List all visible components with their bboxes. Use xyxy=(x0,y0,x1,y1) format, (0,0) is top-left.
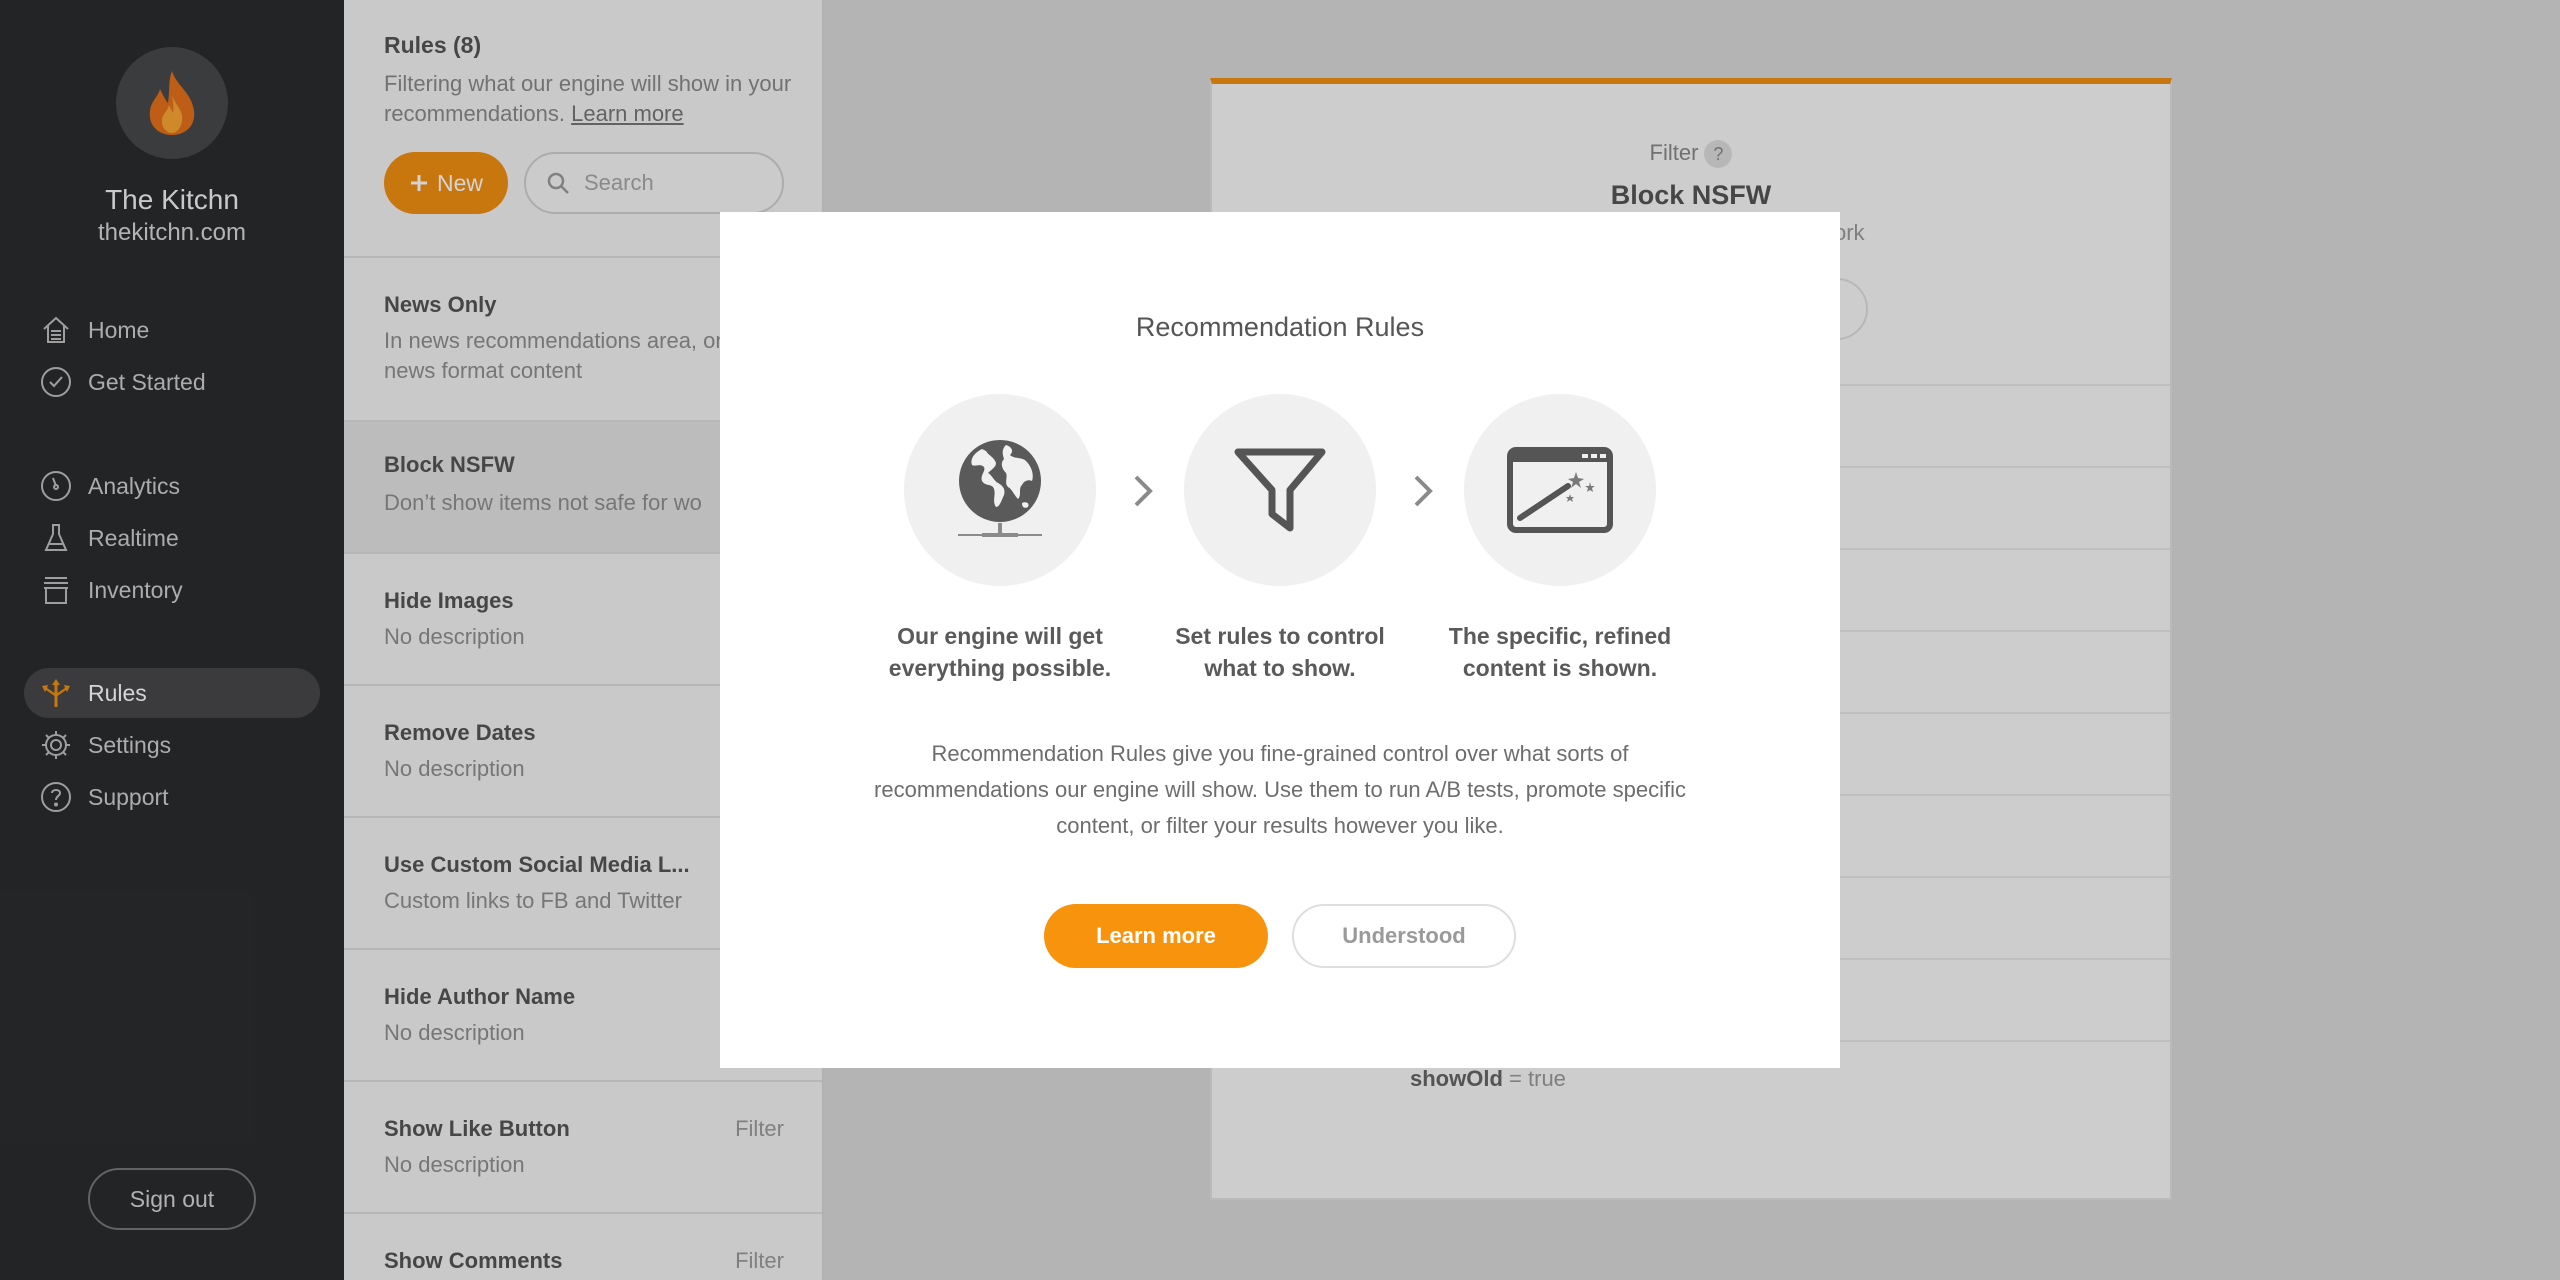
chevron-right-icon xyxy=(1414,475,1433,507)
globe-icon xyxy=(958,440,1042,537)
funnel-icon xyxy=(1234,448,1326,532)
magic-window-icon xyxy=(1507,447,1613,533)
step-funnel xyxy=(1184,394,1376,586)
step-caption: The specific, refined content is shown. xyxy=(1448,623,1672,681)
step-caption: Set rules to control what to show. xyxy=(1175,623,1385,681)
modal-title: Recommendation Rules xyxy=(1135,312,1425,342)
step-caption: Our engine will get everything possible. xyxy=(888,623,1112,681)
recommendation-rules-modal: Recommendation Rules Our engine will get… xyxy=(720,212,1840,1068)
modal-body-text: Recommendation Rules give you fine-grain… xyxy=(874,741,1686,838)
step-refined xyxy=(1464,394,1656,586)
step-globe xyxy=(904,394,1096,586)
understood-button[interactable]: Understood xyxy=(1292,904,1516,968)
learn-more-button[interactable]: Learn more xyxy=(1044,904,1268,968)
chevron-right-icon xyxy=(1134,475,1153,507)
